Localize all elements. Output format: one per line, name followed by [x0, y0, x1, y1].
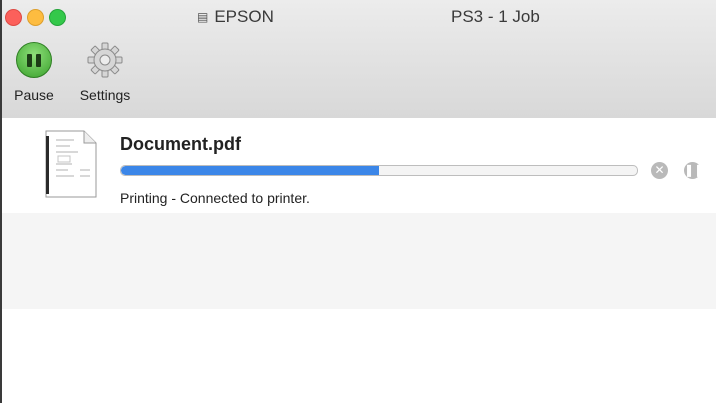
settings-toolbar-button[interactable]: Settings	[66, 42, 144, 103]
pause-circle-icon: ❚❚	[684, 163, 705, 177]
zoom-window-button[interactable]	[49, 9, 66, 26]
minimize-window-button[interactable]	[27, 9, 44, 26]
print-queue-window: ▤ EPSON PS3 - 1 Job Pause Settings Docum…	[0, 0, 716, 403]
settings-label: Settings	[79, 87, 131, 103]
close-window-button[interactable]	[5, 9, 22, 26]
document-name: Document.pdf	[120, 134, 241, 154]
pause-label: Pause	[14, 87, 54, 103]
progress-fill	[121, 166, 379, 175]
printer-icon: ▤	[197, 10, 209, 24]
empty-queue-row	[2, 309, 716, 403]
hold-job-button[interactable]: ❚❚	[684, 162, 705, 179]
document-thumbnail-icon	[45, 130, 97, 198]
print-progress-bar	[120, 165, 638, 176]
job-status-text: Printing - Connected to printer.	[120, 190, 310, 206]
gear-icon	[87, 42, 123, 78]
cancel-job-button[interactable]: ✕	[651, 162, 668, 179]
window-title-queue: PS3 - 1 Job	[451, 7, 540, 26]
printer-name: EPSON	[214, 7, 274, 26]
pause-toolbar-button[interactable]: Pause	[2, 42, 67, 103]
cancel-circle-icon: ✕	[654, 163, 665, 177]
window-title-printer: ▤ EPSON	[197, 7, 274, 27]
print-job-row[interactable]: Document.pdf ✕ ❚❚ Printing - Connected t…	[2, 118, 716, 213]
pause-icon	[16, 42, 52, 78]
title-toolbar: ▤ EPSON PS3 - 1 Job Pause Settings	[2, 0, 716, 119]
empty-queue-row	[2, 213, 716, 309]
